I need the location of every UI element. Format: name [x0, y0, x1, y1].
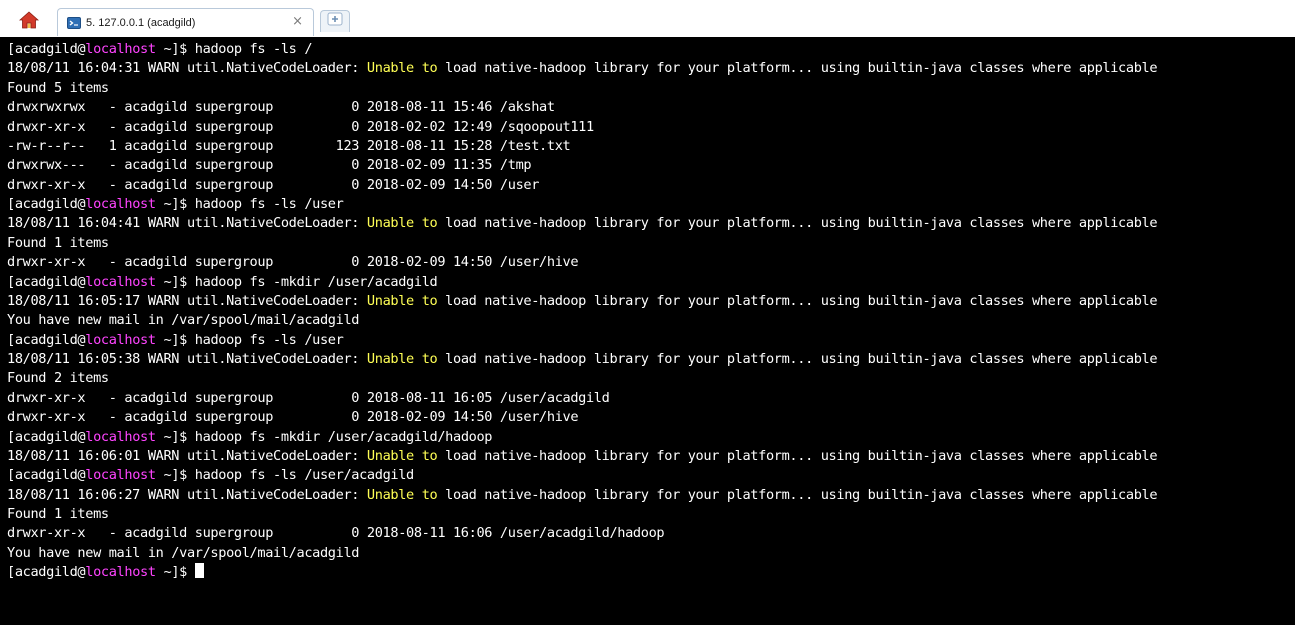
- terminal-text: 18/08/11 16:04:31 WARN util.NativeCodeLo…: [7, 60, 367, 77]
- terminal-text: load native-hadoop library for your plat…: [437, 60, 1158, 77]
- terminal-line: drwxr-xr-x - acadgild supergroup 0 2018-…: [7, 253, 1291, 272]
- terminal-line: Found 1 items: [7, 505, 1291, 524]
- terminal-line: Found 5 items: [7, 79, 1291, 98]
- highlighted-text: Unable to: [366, 351, 438, 367]
- hostname-text: localhost: [85, 41, 156, 57]
- highlighted-text: Unable to: [366, 215, 438, 232]
- terminal-text: drwxrwxrwx - acadgild supergroup 0 2018-…: [7, 99, 555, 116]
- terminal-line: [acadgild@localhost ~]$ hadoop fs -mkdir…: [7, 273, 1291, 292]
- terminal-text: load native-hadoop library for your plat…: [437, 447, 1158, 464]
- terminal-text: 18/08/11 16:04:41 WARN util.NativeCodeLo…: [7, 215, 367, 232]
- terminal-session-icon: [67, 16, 81, 29]
- terminal-line: drwxr-xr-x - acadgild supergroup 0 2018-…: [7, 524, 1291, 543]
- terminal-text: load native-hadoop library for your plat…: [437, 215, 1158, 232]
- terminal-text: load native-hadoop library for your plat…: [437, 486, 1158, 503]
- terminal-line: drwxrwxrwx - acadgild supergroup 0 2018-…: [7, 98, 1291, 117]
- session-tab-title: 5. 127.0.0.1 (acadgild): [86, 16, 196, 29]
- terminal-text: drwxr-xr-x - acadgild supergroup 0 2018-…: [7, 118, 594, 135]
- session-tab[interactable]: 5. 127.0.0.1 (acadgild) ×: [57, 8, 314, 36]
- highlighted-text: Unable to: [366, 486, 438, 503]
- terminal-line: Found 1 items: [7, 234, 1291, 253]
- hostname-text: localhost: [85, 428, 156, 445]
- terminal-line: 18/08/11 16:05:17 WARN util.NativeCodeLo…: [7, 292, 1291, 311]
- terminal-text: Found 1 items: [7, 506, 109, 522]
- terminal-text: [acadgild@: [7, 41, 86, 57]
- hostname-text: localhost: [85, 331, 156, 348]
- terminal-text: [acadgild@: [7, 467, 86, 484]
- terminal-text: 18/08/11 16:05:38 WARN util.NativeCodeLo…: [7, 351, 367, 367]
- terminal-text: drwxrwx--- - acadgild supergroup 0 2018-…: [7, 157, 532, 174]
- terminal-text: [acadgild@: [7, 331, 86, 348]
- terminal-line: [acadgild@localhost ~]$ hadoop fs -ls /u…: [7, 331, 1291, 350]
- terminal-line: 18/08/11 16:04:31 WARN util.NativeCodeLo…: [7, 59, 1291, 78]
- terminal-text: ~]$ hadoop fs -ls /: [155, 41, 313, 57]
- terminal-line: [acadgild@localhost ~]$ hadoop fs -ls /u…: [7, 466, 1291, 485]
- terminal-text: You have new mail in /var/spool/mail/aca…: [7, 544, 360, 561]
- terminal-text: ~]$ hadoop fs -mkdir /user/acadgild: [155, 273, 438, 290]
- terminal-text: load native-hadoop library for your plat…: [437, 292, 1158, 309]
- terminal-text: 18/08/11 16:05:17 WARN util.NativeCodeLo…: [7, 292, 367, 309]
- terminal-line: You have new mail in /var/spool/mail/aca…: [7, 311, 1291, 330]
- session-tab-bar: 5. 127.0.0.1 (acadgild) ×: [0, 0, 1295, 36]
- hostname-text: localhost: [85, 196, 156, 212]
- terminal-text: Found 5 items: [7, 79, 109, 96]
- terminal-text: You have new mail in /var/spool/mail/aca…: [7, 312, 360, 329]
- terminal-line: Found 2 items: [7, 369, 1291, 388]
- highlighted-text: Unable to: [366, 292, 438, 309]
- terminal-line: 18/08/11 16:05:38 WARN util.NativeCodeLo…: [7, 350, 1291, 369]
- hostname-text: localhost: [85, 467, 156, 484]
- terminal-text: Found 1 items: [7, 234, 109, 251]
- home-icon[interactable]: [18, 10, 40, 30]
- terminal-line: [acadgild@localhost ~]$ hadoop fs -mkdir…: [7, 428, 1291, 447]
- highlighted-text: Unable to: [366, 447, 438, 464]
- terminal-text: drwxr-xr-x - acadgild supergroup 0 2018-…: [7, 389, 610, 406]
- terminal-text: [acadgild@: [7, 428, 86, 445]
- hostname-text: localhost: [85, 564, 156, 581]
- terminal-text: 18/08/11 16:06:01 WARN util.NativeCodeLo…: [7, 447, 367, 464]
- new-tab-icon: [327, 12, 343, 31]
- terminal-line: You have new mail in /var/spool/mail/aca…: [7, 544, 1291, 563]
- terminal-line: 18/08/11 16:04:41 WARN util.NativeCodeLo…: [7, 214, 1291, 233]
- terminal-text: ~]$ hadoop fs -ls /user: [155, 331, 344, 348]
- terminal-line: -rw-r--r-- 1 acadgild supergroup 123 201…: [7, 137, 1291, 156]
- terminal-output: [acadgild@localhost ~]$ hadoop fs -ls /1…: [7, 40, 1291, 583]
- terminal-text: drwxr-xr-x - acadgild supergroup 0 2018-…: [7, 409, 579, 426]
- terminal-text: [acadgild@: [7, 273, 86, 290]
- terminal-text: ~]$ hadoop fs -ls /user/acadgild: [155, 467, 414, 484]
- terminal-line: [acadgild@localhost ~]$ hadoop fs -ls /: [7, 40, 1291, 59]
- terminal-line: [acadgild@localhost ~]$: [7, 563, 1291, 582]
- terminal-text: ~]$ hadoop fs -ls /user: [155, 196, 344, 212]
- terminal-text: load native-hadoop library for your plat…: [437, 351, 1158, 367]
- terminal-text: -rw-r--r-- 1 acadgild supergroup 123 201…: [7, 137, 571, 154]
- new-tab-button[interactable]: [320, 10, 350, 32]
- terminal-line: 18/08/11 16:06:27 WARN util.NativeCodeLo…: [7, 486, 1291, 505]
- terminal-cursor: [194, 563, 204, 579]
- terminal-line: [acadgild@localhost ~]$ hadoop fs -ls /u…: [7, 195, 1291, 214]
- terminal-text: ~]$: [155, 564, 195, 581]
- terminal-line: drwxr-xr-x - acadgild supergroup 0 2018-…: [7, 389, 1291, 408]
- hostname-text: localhost: [85, 273, 156, 290]
- terminal-window[interactable]: [acadgild@localhost ~]$ hadoop fs -ls /1…: [0, 37, 1295, 625]
- close-icon[interactable]: ×: [292, 15, 303, 29]
- terminal-text: drwxr-xr-x - acadgild supergroup 0 2018-…: [7, 254, 579, 271]
- terminal-line: drwxr-xr-x - acadgild supergroup 0 2018-…: [7, 408, 1291, 427]
- terminal-line: drwxrwx--- - acadgild supergroup 0 2018-…: [7, 156, 1291, 175]
- terminal-text: drwxr-xr-x - acadgild supergroup 0 2018-…: [7, 176, 540, 193]
- terminal-text: [acadgild@: [7, 564, 86, 581]
- terminal-line: drwxr-xr-x - acadgild supergroup 0 2018-…: [7, 118, 1291, 137]
- terminal-text: drwxr-xr-x - acadgild supergroup 0 2018-…: [7, 525, 665, 542]
- terminal-text: 18/08/11 16:06:27 WARN util.NativeCodeLo…: [7, 486, 367, 503]
- terminal-text: [acadgild@: [7, 196, 86, 212]
- highlighted-text: Unable to: [366, 60, 438, 77]
- terminal-text: Found 2 items: [7, 370, 109, 387]
- terminal-text: ~]$ hadoop fs -mkdir /user/acadgild/hado…: [155, 428, 493, 445]
- terminal-line: 18/08/11 16:06:01 WARN util.NativeCodeLo…: [7, 447, 1291, 466]
- terminal-line: drwxr-xr-x - acadgild supergroup 0 2018-…: [7, 176, 1291, 195]
